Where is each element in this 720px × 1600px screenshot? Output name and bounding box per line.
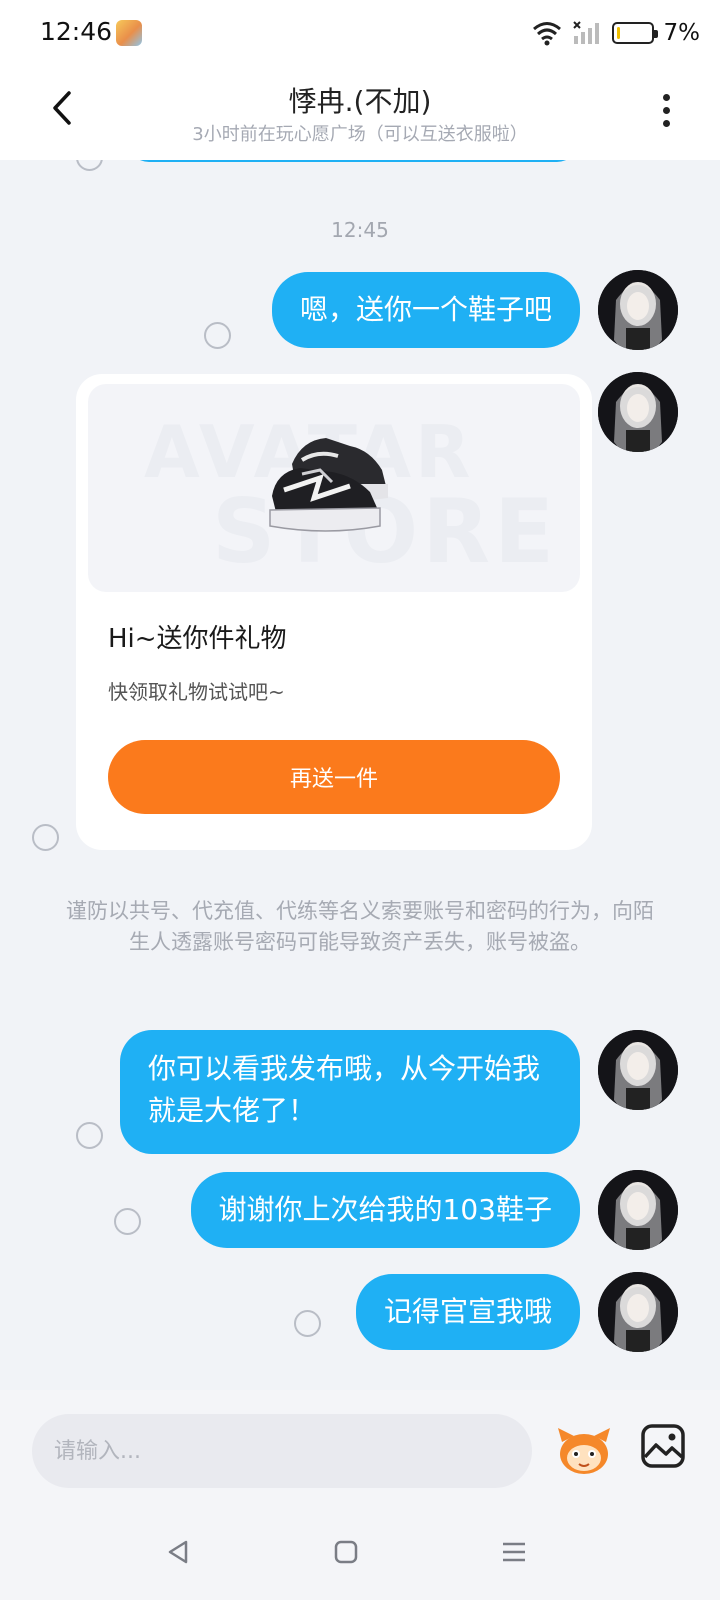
chat-header: 悸冉.(不加) 3小时前在玩心愿广场（可以互送衣服啦） xyxy=(0,66,720,160)
gift-card[interactable]: AVATAR STORE Hi~送你件礼物 快领取礼物试试吧~ 再送一件 xyxy=(76,374,592,850)
read-status-indicator xyxy=(76,1122,103,1149)
read-status-indicator xyxy=(294,1310,321,1337)
wifi-icon xyxy=(532,22,561,46)
square-home-icon xyxy=(334,1540,358,1564)
image-button[interactable] xyxy=(640,1423,686,1469)
avatar[interactable] xyxy=(598,1272,678,1352)
status-time: 12:46 xyxy=(40,17,113,46)
read-status-indicator xyxy=(32,824,59,851)
message-bubble[interactable]: 谢谢你上次给我的103鞋子 xyxy=(190,1172,580,1248)
image-icon xyxy=(641,1424,685,1468)
gift-title: Hi~送你件礼物 xyxy=(108,624,287,654)
gift-description: 快领取礼物试试吧~ xyxy=(108,680,285,704)
read-status-indicator xyxy=(76,160,103,171)
more-options-button[interactable] xyxy=(648,86,684,134)
message-timestamp: 12:45 xyxy=(331,218,389,242)
battery-icon xyxy=(611,22,658,44)
contact-name: 悸冉.(不加) xyxy=(288,85,432,118)
emoji-button[interactable] xyxy=(554,1420,614,1480)
security-warning: 谨防以共号、代充值、代练等名义索要账号和密码的行为，向陌生人透露账号密码可能导致… xyxy=(66,899,654,954)
message-input-bar xyxy=(0,1390,720,1504)
read-status-indicator xyxy=(204,322,231,349)
chat-messages[interactable]: 12:45 嗯，送你一个鞋子吧 AVATAR STORE Hi~送你件礼物 快领… xyxy=(0,160,720,1390)
message-bubble[interactable]: 嗯，送你一个鞋子吧 xyxy=(271,272,580,348)
app-notification-icon xyxy=(116,20,142,46)
nav-menu-button[interactable] xyxy=(494,1532,534,1572)
send-another-gift-button[interactable]: 再送一件 xyxy=(108,740,560,814)
battery-level xyxy=(616,27,620,39)
message-bubble[interactable]: 记得官宣我哦 xyxy=(355,1274,580,1350)
triangle-back-icon xyxy=(168,1540,188,1564)
menu-lines-icon xyxy=(503,1542,525,1562)
avatar[interactable] xyxy=(598,270,678,350)
message-bubble[interactable]: 你可以看我发布哦，从今开始我就是大佬了！ xyxy=(120,1030,580,1154)
previous-message-bubble[interactable] xyxy=(128,160,578,162)
avatar[interactable] xyxy=(598,1170,678,1250)
sneaker-icon xyxy=(269,438,388,532)
status-indicators: 7% xyxy=(532,16,701,50)
system-navigation-bar xyxy=(0,1504,720,1600)
nav-back-button[interactable] xyxy=(158,1532,198,1572)
avatar[interactable] xyxy=(598,372,678,452)
status-bar: 12:46 7% xyxy=(0,0,720,66)
nav-home-button[interactable] xyxy=(326,1532,366,1572)
emoji-mascot-icon xyxy=(558,1428,610,1474)
more-vertical-icon xyxy=(662,93,670,101)
avatar[interactable] xyxy=(598,1030,678,1110)
contact-status: 3小时前在玩心愿广场（可以互送衣服啦） xyxy=(192,124,528,145)
gift-image: AVATAR STORE xyxy=(88,384,580,592)
message-input[interactable] xyxy=(32,1414,532,1488)
read-status-indicator xyxy=(114,1208,141,1235)
battery-percent: 7% xyxy=(663,20,701,46)
signal-icon xyxy=(572,21,599,44)
